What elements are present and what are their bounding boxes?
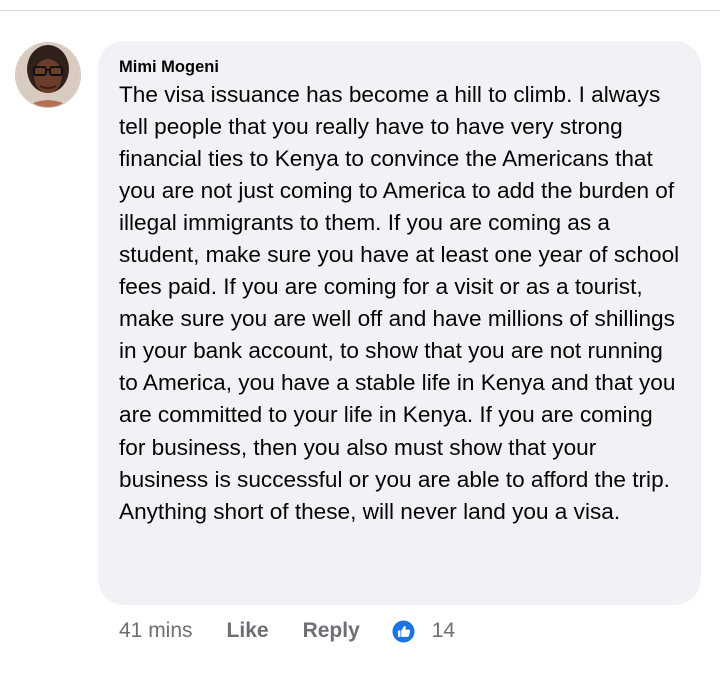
comment-text: The visa issuance has become a hill to c… (119, 82, 680, 524)
comment-actions-row: 41 mins Like Reply 14 (119, 614, 455, 648)
avatar[interactable] (15, 42, 81, 108)
top-divider (0, 10, 720, 11)
reply-button[interactable]: Reply (303, 619, 360, 643)
comment-bubble: Mimi Mogeni The visa issuance has become… (98, 41, 701, 605)
thumbs-up-icon (392, 619, 415, 643)
comment-timestamp[interactable]: 41 mins (119, 619, 193, 643)
like-button[interactable]: Like (227, 619, 269, 643)
comment-author-name[interactable]: Mimi Mogeni (119, 55, 681, 79)
reaction-summary[interactable]: 14 (392, 619, 455, 643)
reaction-count: 14 (431, 619, 456, 642)
